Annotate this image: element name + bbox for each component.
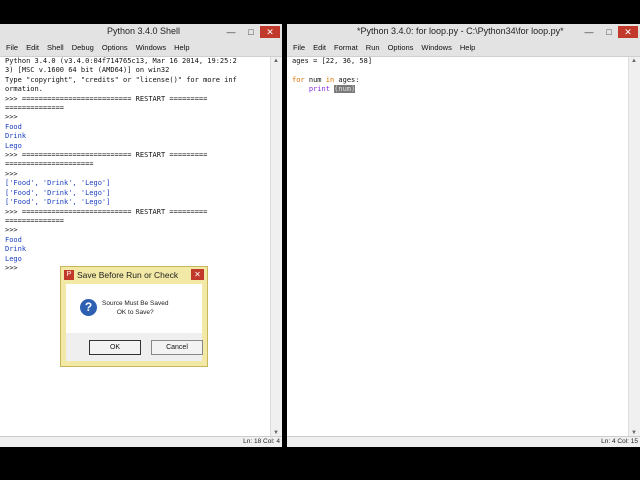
menu-edit[interactable]: Edit	[26, 41, 39, 55]
python-app-icon: P	[64, 270, 74, 280]
code-line: for num in ages:	[292, 75, 360, 84]
shell-banner-line: Type "copyright", "credits" or "license(…	[5, 75, 237, 84]
output-line: Lego	[5, 141, 22, 150]
scroll-up-icon[interactable]: ▲	[273, 58, 279, 64]
shell-output[interactable]: Python 3.4.0 (v3.4.0:04f714765c13, Mar 1…	[0, 57, 270, 437]
editor-title: *Python 3.4.0: for loop.py - C:\Python34…	[357, 26, 564, 36]
menu-windows[interactable]: Windows	[421, 41, 451, 55]
keyword: in	[325, 75, 335, 84]
keyword: for	[292, 75, 305, 84]
output-line: Lego	[5, 254, 22, 263]
output-line: Drink	[5, 132, 27, 141]
menu-edit[interactable]: Edit	[313, 41, 326, 55]
shell-titlebar[interactable]: Python 3.4.0 Shell — □ ✕ File Edit Shell De…	[0, 24, 282, 57]
editor-scrollbar[interactable]: ▲ ▼	[628, 57, 640, 437]
dialog-message-line: OK to Save?	[116, 308, 154, 316]
maximize-icon[interactable]: □	[600, 26, 618, 38]
minimize-icon[interactable]: —	[222, 26, 240, 38]
close-icon[interactable]: ✕	[618, 26, 638, 38]
menu-file[interactable]: File	[6, 41, 18, 55]
ok-button[interactable]: OK	[89, 340, 141, 355]
shell-prompt: >>>	[5, 151, 18, 160]
code-line: print (num)	[292, 85, 628, 94]
editor-titlebar[interactable]: *Python 3.4.0: for loop.py - C:\Python34…	[287, 24, 640, 57]
shell-prompt: >>>	[5, 113, 18, 122]
menu-options[interactable]: Options	[102, 41, 128, 55]
output-line: Food	[5, 122, 22, 131]
menu-options[interactable]: Options	[388, 41, 414, 55]
editor-statusbar: Ln: 4 Col: 15	[287, 436, 640, 447]
close-icon[interactable]: ✕	[260, 26, 280, 38]
output-line: ['Food', 'Drink', 'Lego']	[5, 198, 111, 207]
dialog-message: Source Must Be Saved OK to Save?	[102, 300, 168, 317]
shell-banner-line: 3) [MSC v.1600 64 bit (AMD64)] on win32	[5, 66, 170, 75]
selected-text: (num)	[334, 85, 356, 94]
code-editor[interactable]: ages = [22, 36, 58] for num in ages: pri…	[287, 57, 628, 437]
output-line: Drink	[5, 245, 27, 254]
restart-line: >>> ========================== RESTART =…	[5, 94, 208, 103]
output-line: Food	[5, 235, 22, 244]
restart-label: RESTART	[135, 151, 166, 160]
output-line: ['Food', 'Drink', 'Lego']	[5, 188, 111, 197]
maximize-icon[interactable]: □	[242, 26, 260, 38]
cancel-button[interactable]: Cancel	[151, 340, 203, 355]
editor-window: *Python 3.4.0: for loop.py - C:\Python34…	[287, 24, 640, 447]
menu-windows[interactable]: Windows	[136, 41, 166, 55]
restart-label: RESTART	[135, 207, 166, 216]
shell-statusbar: Ln: 18 Col: 4	[0, 436, 282, 447]
menu-file[interactable]: File	[293, 41, 305, 55]
menu-help[interactable]: Help	[174, 41, 189, 55]
output-line: ['Food', 'Drink', 'Lego']	[5, 179, 111, 188]
question-icon: ?	[80, 299, 97, 316]
shell-prompt: >>>	[5, 207, 18, 216]
menu-debug[interactable]: Debug	[72, 41, 94, 55]
shell-prompt: >>>	[5, 94, 18, 103]
shell-window: Python 3.4.0 Shell — □ ✕ File Edit Shell De…	[0, 24, 282, 447]
save-dialog: P Save Before Run or Check ✕ ? Source Mu…	[60, 266, 208, 367]
shell-banner-line: ormation.	[5, 85, 43, 94]
editor-menubar: File Edit Format Run Options Windows Help	[287, 41, 640, 55]
shell-menubar: File Edit Shell Debug Options Windows Help	[0, 41, 282, 55]
dialog-button-row: OK Cancel	[66, 333, 203, 361]
menu-run[interactable]: Run	[366, 41, 380, 55]
menu-shell[interactable]: Shell	[47, 41, 64, 55]
taskbar-strip	[0, 460, 640, 480]
shell-prompt: >>>	[5, 226, 18, 235]
shell-banner-line: Python 3.4.0 (v3.4.0:04f714765c13, Mar 1…	[5, 57, 237, 65]
dialog-message-line: Source Must Be Saved	[102, 300, 169, 307]
restart-label: RESTART	[135, 94, 166, 103]
code-line: ages = [22, 36, 58]	[292, 57, 373, 65]
menu-format[interactable]: Format	[334, 41, 358, 55]
cursor-position: Ln: 4 Col: 15	[601, 438, 638, 445]
dialog-title: Save Before Run or Check	[77, 270, 179, 280]
restart-line: >>> ========================== RESTART =…	[5, 207, 208, 216]
restart-line: >>> ========================== RESTART =…	[5, 151, 208, 160]
cursor-position: Ln: 18 Col: 4	[243, 438, 280, 445]
shell-prompt: >>>	[5, 169, 18, 178]
dialog-content: ? Source Must Be Saved OK to Save? OK Ca…	[66, 284, 203, 361]
minimize-icon[interactable]: —	[580, 26, 598, 38]
menu-help[interactable]: Help	[460, 41, 475, 55]
builtin: print	[308, 85, 330, 94]
shell-scrollbar[interactable]: ▲ ▼	[270, 57, 282, 437]
scroll-up-icon[interactable]: ▲	[631, 58, 637, 64]
shell-title: Python 3.4.0 Shell	[107, 26, 181, 36]
close-icon[interactable]: ✕	[191, 269, 204, 280]
